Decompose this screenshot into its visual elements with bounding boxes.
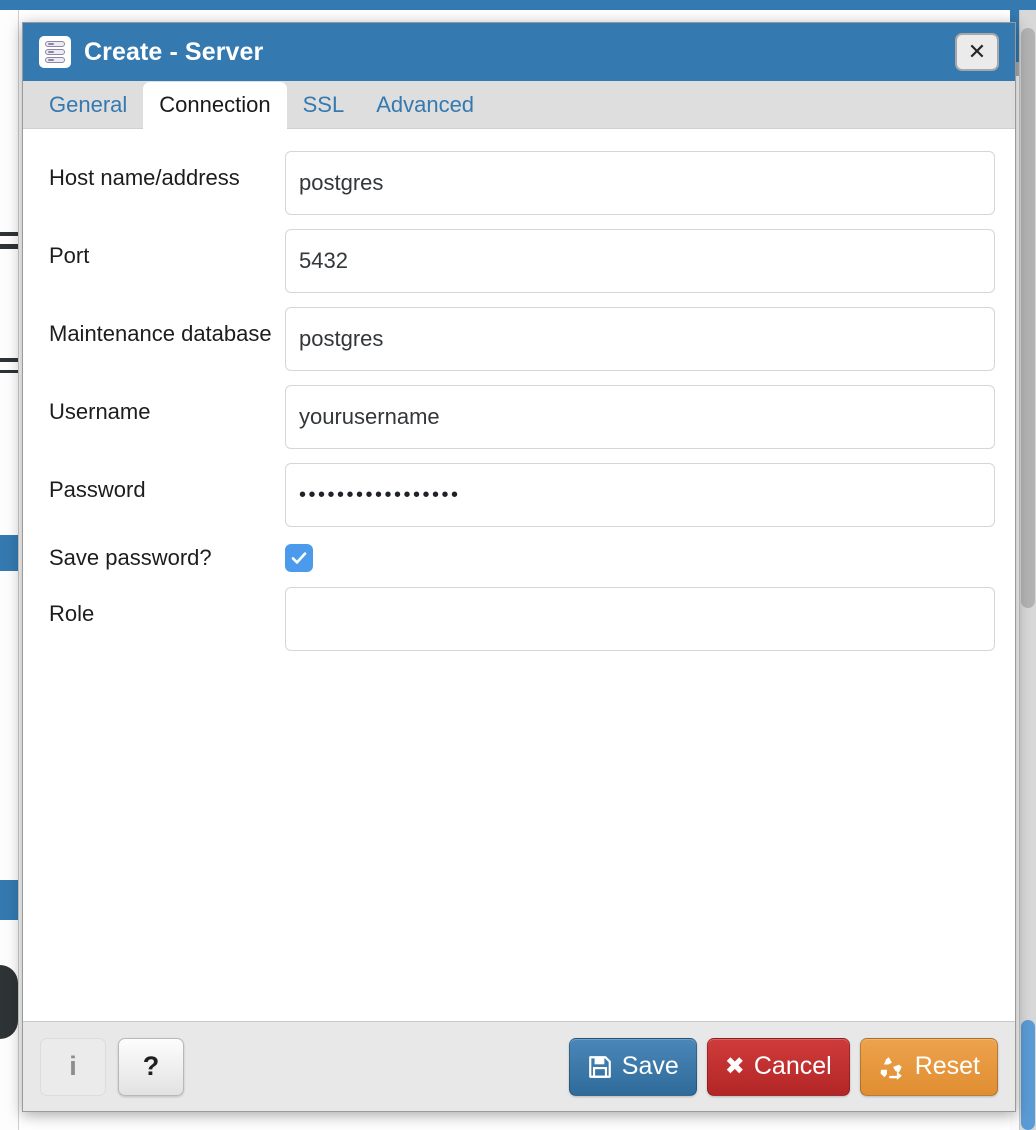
background-fragment — [0, 232, 18, 236]
field-row-role: Role — [23, 587, 1015, 651]
footer-left-group: i ? — [40, 1038, 184, 1096]
footer-right-group: Save ✖ Cancel Reset — [569, 1038, 998, 1096]
recycle-icon — [878, 1053, 906, 1081]
maintenance-database-input[interactable] — [285, 307, 995, 371]
reset-button[interactable]: Reset — [860, 1038, 998, 1096]
info-button[interactable]: i — [40, 1038, 106, 1096]
question-mark-icon: ? — [143, 1051, 160, 1082]
field-row-port: Port — [23, 229, 1015, 293]
save-password-checkbox[interactable] — [285, 544, 313, 572]
close-button[interactable]: ✕ — [955, 33, 999, 71]
background-fragment — [0, 370, 18, 373]
tab-general[interactable]: General — [33, 82, 143, 128]
background-topbar — [0, 0, 1036, 10]
field-row-password: Password — [23, 463, 1015, 527]
floppy-disk-icon — [587, 1054, 613, 1080]
cancel-button[interactable]: ✖ Cancel — [707, 1038, 850, 1096]
help-button[interactable]: ? — [118, 1038, 184, 1096]
save-button[interactable]: Save — [569, 1038, 697, 1096]
username-label: Username — [49, 385, 285, 427]
role-label: Role — [49, 587, 285, 629]
info-icon: i — [69, 1051, 77, 1082]
hostname-input[interactable] — [285, 151, 995, 215]
dialog-tabs: General Connection SSL Advanced — [23, 81, 1015, 129]
dialog-footer: i ? Save ✖ Cancel — [23, 1021, 1015, 1111]
reset-button-label: Reset — [915, 1052, 980, 1081]
page-scrollbar-thumb[interactable] — [1021, 28, 1035, 608]
close-icon: ✕ — [968, 41, 986, 63]
port-input[interactable] — [285, 229, 995, 293]
page-scrollbar-thumb-secondary[interactable] — [1021, 1020, 1035, 1130]
field-row-hostname: Host name/address — [23, 151, 1015, 215]
background-fragment — [0, 880, 18, 920]
server-icon — [39, 36, 71, 68]
field-row-save-password: Save password? — [23, 541, 1015, 573]
create-server-dialog: Create - Server ✕ General Connection SSL… — [22, 22, 1016, 1112]
background-fragment — [0, 358, 18, 362]
username-input[interactable] — [285, 385, 995, 449]
connection-form: Host name/address Port Maintenance datab… — [23, 129, 1015, 1021]
save-password-label: Save password? — [49, 541, 285, 573]
field-row-maintenance-database: Maintenance database — [23, 307, 1015, 371]
tab-ssl[interactable]: SSL — [287, 82, 361, 128]
times-icon: ✖ — [725, 1055, 745, 1079]
background-fragment — [0, 965, 18, 1039]
field-row-username: Username — [23, 385, 1015, 449]
cancel-button-label: Cancel — [754, 1052, 832, 1081]
background-fragment — [0, 244, 18, 249]
tab-connection[interactable]: Connection — [143, 82, 286, 129]
dialog-titlebar: Create - Server ✕ — [23, 23, 1015, 81]
page-scrollbar-track[interactable] — [1019, 10, 1036, 1130]
background-fragment — [0, 535, 18, 571]
password-label: Password — [49, 463, 285, 505]
password-input[interactable] — [285, 463, 995, 527]
hostname-label: Host name/address — [49, 151, 285, 193]
port-label: Port — [49, 229, 285, 271]
maintenance-database-label: Maintenance database — [49, 307, 285, 349]
role-input[interactable] — [285, 587, 995, 651]
tab-advanced[interactable]: Advanced — [360, 82, 490, 128]
dialog-title: Create - Server — [84, 38, 263, 67]
save-button-label: Save — [622, 1052, 679, 1081]
check-icon — [289, 548, 309, 568]
